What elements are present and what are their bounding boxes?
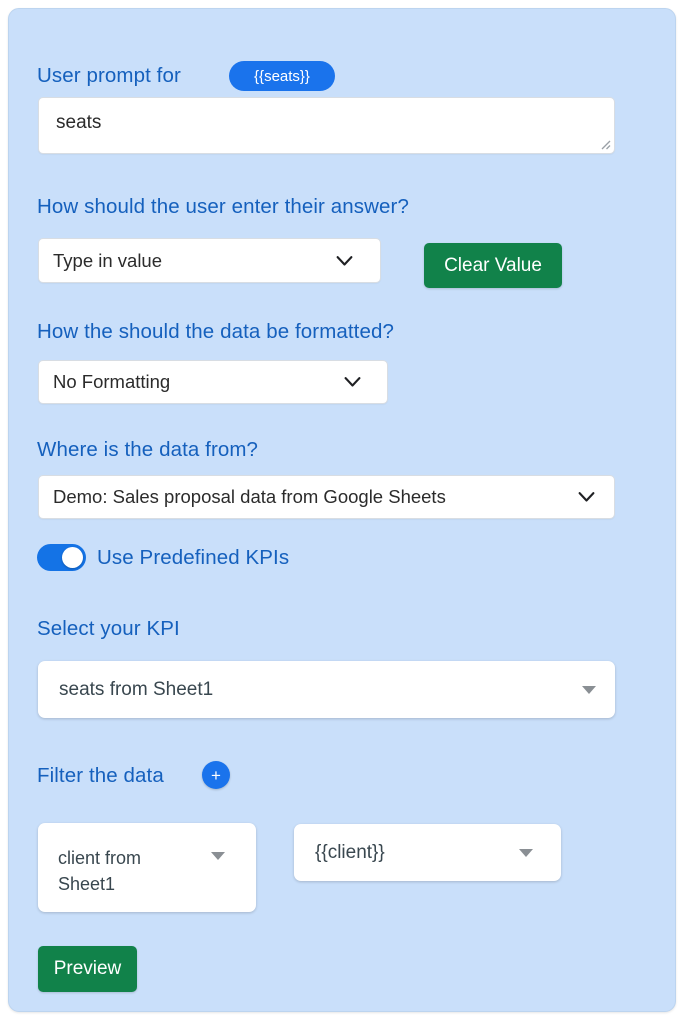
resize-grip-icon[interactable] [598, 137, 611, 150]
input-mode-select[interactable]: Type in value [38, 238, 381, 283]
filter-field-select[interactable]: client from Sheet1 [38, 823, 256, 912]
filter-label: Filter the data [37, 764, 164, 787]
filter-value-value: {{client}} [315, 842, 385, 863]
data-source-label: Where is the data from? [37, 438, 259, 461]
kpi-label: Select your KPI [37, 617, 180, 640]
triangle-down-icon [582, 686, 596, 694]
format-select[interactable]: No Formatting [38, 360, 388, 404]
data-source-selected-value: Demo: Sales proposal data from Google Sh… [53, 486, 446, 507]
kpi-selected-value: seats from Sheet1 [59, 679, 214, 700]
user-prompt-label: User prompt for [37, 64, 181, 87]
data-source-select[interactable]: Demo: Sales proposal data from Google Sh… [38, 475, 615, 519]
clear-value-button[interactable]: Clear Value [424, 243, 562, 288]
triangle-down-icon [519, 849, 533, 857]
use-predefined-kpis-toggle[interactable] [37, 544, 86, 571]
input-mode-selected-value: Type in value [53, 249, 163, 271]
add-filter-button[interactable]: + [202, 761, 230, 789]
triangle-down-icon [211, 852, 225, 860]
toggle-knob [62, 547, 83, 568]
user-prompt-textarea[interactable]: seats [38, 97, 615, 154]
kpi-select[interactable]: seats from Sheet1 [38, 661, 615, 718]
input-mode-label: How should the user enter their answer? [37, 195, 409, 218]
preview-button[interactable]: Preview [38, 946, 137, 992]
user-prompt-value: seats [56, 112, 102, 133]
chevron-down-icon [578, 492, 595, 502]
use-predefined-kpis-label: Use Predefined KPIs [97, 546, 290, 569]
format-selected-value: No Formatting [53, 371, 171, 392]
prompt-config-card: User prompt for {{seats}} seats How shou… [8, 8, 676, 1012]
format-label: How the should the data be formatted? [37, 320, 394, 343]
chevron-down-icon [344, 377, 361, 387]
filter-field-value: client from Sheet1 [58, 848, 142, 894]
chevron-down-icon [336, 255, 353, 266]
variable-badge: {{seats}} [229, 61, 335, 91]
filter-value-select[interactable]: {{client}} [294, 824, 561, 881]
